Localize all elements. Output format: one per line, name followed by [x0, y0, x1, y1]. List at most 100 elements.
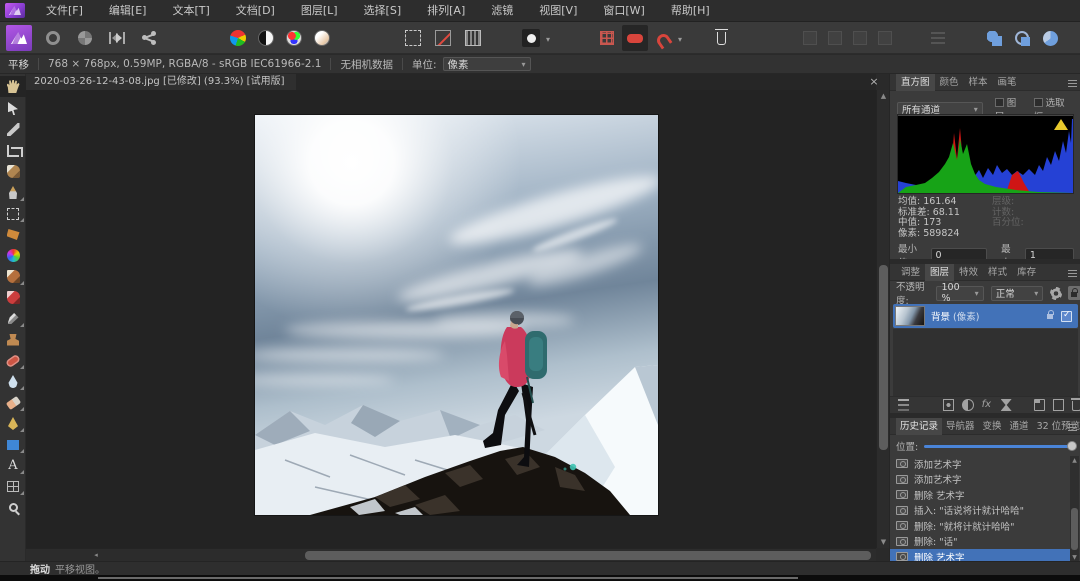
panel-tab[interactable]: 导航器 [942, 418, 979, 435]
liquify-persona-button[interactable] [40, 25, 66, 51]
layer-visibility-checkbox[interactable] [1061, 311, 1072, 322]
colour-replacement-brush-tool[interactable] [0, 287, 26, 308]
export-persona-button[interactable] [136, 25, 162, 51]
move-tool[interactable] [0, 98, 26, 119]
group-icon[interactable] [1034, 399, 1045, 411]
panel-menu-icon[interactable] [1068, 79, 1077, 87]
flood-fill-tool[interactable] [0, 224, 26, 245]
layer-row-background[interactable]: 背景 (像素) [893, 304, 1078, 328]
panel-tab[interactable]: 变换 [979, 418, 1006, 435]
menu-item[interactable]: 文档[D] [223, 0, 288, 22]
panel-tab[interactable]: 通道 [1006, 418, 1033, 435]
hardware-button[interactable] [708, 25, 734, 51]
vertical-scrollbar[interactable]: ▲ ▼ [876, 90, 889, 548]
snap-pill-button[interactable] [622, 25, 648, 51]
panel-tab[interactable]: 直方图 [896, 74, 935, 91]
geometry-subtract-button[interactable] [1009, 25, 1035, 51]
history-item[interactable]: 删除: "就将计就计哈哈" [890, 518, 1070, 534]
menu-item[interactable]: 视图[V] [526, 0, 590, 22]
fx-icon[interactable] [982, 399, 993, 411]
history-scroll-thumb[interactable] [1071, 508, 1078, 550]
unit-select[interactable]: 像素 [443, 57, 531, 71]
vertical-scroll-thumb[interactable] [879, 265, 888, 450]
history-item[interactable]: 插入: "话说将计就计哈哈" [890, 503, 1070, 519]
auto-colours-button[interactable] [281, 25, 307, 51]
paint-brush-tool[interactable] [0, 266, 26, 287]
liquify-icon[interactable] [1001, 399, 1012, 411]
assistant-dropdown-arrow[interactable] [546, 35, 556, 45]
crop-tool[interactable] [0, 140, 26, 161]
adjustment-icon[interactable] [962, 399, 973, 411]
delete-icon[interactable] [1072, 401, 1080, 411]
panel-tab[interactable]: 图层 [925, 264, 954, 281]
snapping-button[interactable] [650, 25, 676, 51]
healing-brush-tool[interactable] [0, 350, 26, 371]
menu-item[interactable]: 文件[F] [33, 0, 96, 22]
grid-toggle-button[interactable] [594, 25, 620, 51]
menu-item[interactable]: 选择[S] [351, 0, 415, 22]
red-line-mode-button[interactable] [430, 25, 456, 51]
text-tool[interactable] [0, 455, 26, 476]
document-tab[interactable]: 2020-03-26-12-43-08.jpg [已修改] (93.3%) [试… [26, 74, 296, 90]
panel-tab[interactable]: 调整 [896, 264, 925, 281]
menu-item[interactable]: 窗口[W] [590, 0, 657, 22]
panel-menu-icon[interactable] [1068, 423, 1077, 431]
pen-tool[interactable] [0, 413, 26, 434]
zoom-tool[interactable] [0, 497, 26, 518]
rectangle-tool[interactable] [0, 434, 26, 455]
geometry-add-button[interactable] [981, 25, 1007, 51]
film-mode-button[interactable] [460, 25, 486, 51]
history-item[interactable]: 删除: "话" [890, 534, 1070, 550]
layer-list-empty-area[interactable] [893, 329, 1078, 396]
mesh-warp-tool[interactable] [0, 476, 26, 497]
canvas-area[interactable] [26, 90, 876, 548]
history-item[interactable]: 删除 艺术字 [890, 487, 1070, 503]
horizontal-scrollbar[interactable]: ◂ [26, 548, 876, 561]
slider-knob[interactable] [1067, 441, 1077, 451]
assistant-button[interactable] [518, 25, 544, 51]
panel-tab[interactable]: 颜色 [935, 74, 964, 91]
selection-brush-tool[interactable] [0, 161, 26, 182]
menu-item[interactable]: 滤镜 [478, 0, 526, 22]
history-item[interactable]: 添加艺术字 [890, 472, 1070, 488]
marquee-tool[interactable] [0, 203, 26, 224]
history-scrollbar[interactable]: ▲ ▼ [1070, 456, 1079, 562]
clone-brush-tool[interactable] [0, 329, 26, 350]
panel-tab[interactable]: 画笔 [993, 74, 1022, 91]
flood-select-tool[interactable] [0, 182, 26, 203]
geometry-divide-button[interactable] [1037, 25, 1063, 51]
opacity-select[interactable]: 100 % [936, 286, 983, 301]
tone-mapping-persona-button[interactable] [104, 25, 130, 51]
panel-tab[interactable]: 特效 [954, 264, 983, 281]
menu-item[interactable]: 帮助[H] [658, 0, 723, 22]
auto-white-balance-button[interactable] [309, 25, 335, 51]
auto-contrast-button[interactable] [253, 25, 279, 51]
gear-icon[interactable] [1050, 287, 1062, 300]
gradient-tool[interactable] [0, 245, 26, 266]
layer-thumbnail[interactable] [895, 306, 925, 326]
blend-mode-select[interactable]: 正常 [991, 286, 1044, 301]
clipping-warning-icon[interactable] [1054, 119, 1068, 130]
panel-tab[interactable]: 库存 [1012, 264, 1041, 281]
menu-item[interactable]: 图层[L] [288, 0, 351, 22]
layers-stack-icon[interactable] [898, 399, 909, 411]
position-slider[interactable] [924, 445, 1075, 448]
menu-item[interactable]: 排列[A] [414, 0, 478, 22]
mask-icon[interactable] [943, 399, 954, 411]
erase-brush-tool[interactable] [0, 392, 26, 413]
panel-tab[interactable]: 样本 [964, 74, 993, 91]
lock-button[interactable] [1068, 286, 1080, 300]
blur-tool[interactable] [0, 371, 26, 392]
panel-menu-icon[interactable] [1068, 269, 1077, 277]
history-item[interactable]: 添加艺术字 [890, 456, 1070, 472]
horizontal-scroll-thumb[interactable] [305, 551, 871, 560]
panel-tab[interactable]: 历史记录 [896, 418, 942, 435]
close-view-icon[interactable]: × [866, 74, 882, 90]
layer-lock-icon[interactable] [1047, 314, 1053, 319]
snapping-dropdown-arrow[interactable] [678, 35, 688, 45]
develop-persona-button[interactable] [72, 25, 98, 51]
menu-item[interactable]: 编辑[E] [96, 0, 160, 22]
panel-tab[interactable]: 样式 [983, 264, 1012, 281]
app-logo-icon[interactable] [5, 3, 25, 18]
scroll-up-icon[interactable]: ▲ [1070, 456, 1079, 465]
